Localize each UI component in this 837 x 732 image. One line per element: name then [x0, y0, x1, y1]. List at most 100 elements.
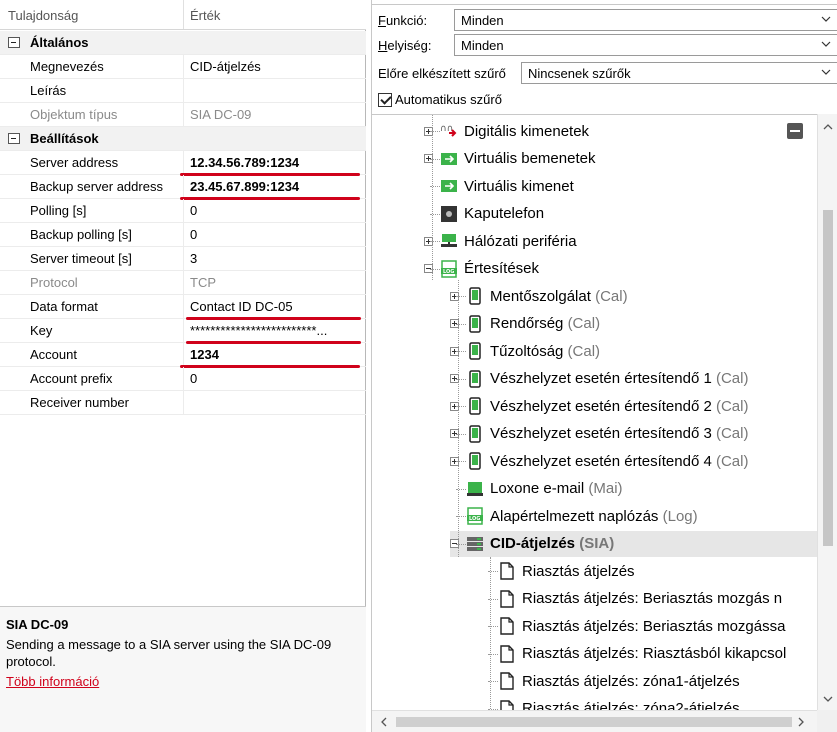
property-name: Account [30, 347, 77, 362]
tree-item[interactable]: Riasztás átjelzés [482, 558, 635, 584]
function-filter-select[interactable]: Minden [454, 9, 837, 31]
property-row[interactable]: Backup polling [s] 0 [0, 223, 366, 247]
checkbox-checked-icon[interactable] [378, 92, 392, 107]
mail-icon [466, 480, 484, 498]
tree-item[interactable]: Vészhelyzet esetén értesítendő 4 (Cal) [450, 448, 748, 474]
property-value[interactable]: 12.34.56.789:1234 [184, 151, 366, 174]
tree-item[interactable]: Riasztás átjelzés: Beriasztás mozgás n [482, 586, 782, 612]
document-icon [498, 644, 516, 663]
auto-filter-checkbox[interactable]: Automatikus szűrő [378, 92, 502, 107]
property-grid: Általános Megnevezés CID-átjelzés Leírás Obj… [0, 31, 366, 415]
tree-item[interactable]: Riasztás átjelzés: zóna2-átjelzés [482, 696, 740, 710]
tree-item[interactable]: ∩∩ Digitális kimenetek [424, 118, 589, 144]
collapse-toggle-icon[interactable] [8, 133, 20, 144]
document-icon [498, 617, 516, 635]
svg-text:LOG: LOG [443, 269, 454, 275]
tree-item[interactable]: Riasztás átjelzés: Beriasztás mozgássa [482, 613, 785, 639]
property-name-cell: Protocol [0, 271, 184, 294]
property-value[interactable]: 1234 [184, 343, 366, 366]
tree-item[interactable]: Virtuális bemenetek [424, 146, 595, 172]
tree-item[interactable]: LOG Értesítések [424, 256, 539, 282]
tree-item[interactable]: Vészhelyzet esetén értesítendő 3 (Cal) [450, 421, 748, 447]
property-value[interactable] [184, 79, 366, 102]
property-name: Account prefix [30, 371, 113, 386]
property-row[interactable]: Key *************************... [0, 319, 366, 344]
category-name-cell: Általános [0, 31, 184, 54]
chevron-down-icon [821, 41, 831, 47]
tree-item[interactable]: Loxone e-mail (Mai) [450, 476, 623, 502]
property-row[interactable]: Protocol TCP [0, 271, 366, 295]
tree-item[interactable]: Hálózati periféria [424, 228, 577, 254]
tree-item-type: (SIA) [579, 535, 615, 552]
property-row[interactable]: Data format Contact ID DC-05 [0, 295, 366, 320]
tree-item[interactable]: Vészhelyzet esetén értesítendő 1 (Cal) [450, 366, 748, 392]
periphery-tree-panel: Funkció: Minden Helyiség: Minden Előre e… [371, 0, 837, 732]
intercom-icon [440, 205, 458, 223]
room-filter-select[interactable]: Minden [454, 34, 837, 56]
tree-item[interactable]: Mentőszolgálat (Cal) [450, 283, 628, 309]
more-info-link[interactable]: Több információ [6, 674, 99, 689]
property-name: Leírás [30, 83, 67, 98]
tree-item-label: Vészhelyzet esetén értesítendő 1 [490, 370, 712, 387]
scroll-up-icon[interactable] [823, 122, 833, 132]
property-category[interactable]: Beállítások [0, 127, 366, 151]
column-header-property[interactable]: Tulajdonság [0, 0, 184, 29]
tree-item[interactable]: CID-átjelzés (SIA) [450, 530, 817, 557]
tree-item-label: Alapértelmezett naplózás [490, 507, 659, 525]
horizontal-scroll-thumb[interactable] [396, 717, 792, 727]
tree-item[interactable]: Tűzoltóság (Cal) [450, 338, 600, 364]
tree-item[interactable]: Virtuális kimenet [424, 173, 574, 199]
property-category[interactable]: Általános [0, 31, 366, 55]
description-panel: SIA DC-09 Sending a message to a SIA ser… [0, 606, 366, 732]
property-row[interactable]: Polling [s] 0 [0, 199, 366, 223]
property-value[interactable]: 0 [184, 367, 366, 390]
scroll-down-icon[interactable] [823, 694, 833, 704]
tree-item[interactable]: Vészhelyzet esetén értesítendő 2 (Cal) [450, 393, 748, 419]
room-filter-label: Helyiség: [378, 37, 432, 53]
vertical-scroll-thumb[interactable] [823, 210, 833, 546]
preset-filter-select[interactable]: Nincsenek szűrők [521, 62, 837, 84]
column-header-value[interactable]: Érték [184, 0, 366, 29]
property-row[interactable]: Account 1234 [0, 343, 366, 368]
property-row[interactable]: Server address 12.34.56.789:1234 [0, 151, 366, 176]
digital-output-icon: ∩∩ [440, 122, 458, 140]
property-row[interactable]: Objektum típus SIA DC-09 [0, 103, 366, 127]
property-name: Server address [30, 155, 119, 170]
property-value[interactable] [184, 391, 366, 414]
tree-item-type: (Cal) [715, 397, 749, 415]
chevron-down-icon [821, 16, 831, 22]
property-row[interactable]: Account prefix 0 [0, 367, 366, 391]
property-row[interactable]: Leírás [0, 79, 366, 103]
property-row[interactable]: Backup server address 23.45.67.899:1234 [0, 175, 366, 200]
property-value[interactable]: 3 [184, 247, 366, 270]
tree-item[interactable]: LOG Alapértelmezett naplózás (Log) [450, 503, 698, 529]
tree-item-type: (Cal) [715, 370, 749, 387]
tree-item-label: Riasztás átjelzés: Riasztásból kikapcsol [522, 645, 787, 662]
tree-item-type: (Cal) [715, 452, 749, 470]
property-row[interactable]: Megnevezés CID-átjelzés [0, 55, 366, 79]
property-row[interactable]: Receiver number [0, 391, 366, 415]
vertical-scrollbar[interactable] [817, 114, 837, 710]
property-value[interactable]: 23.45.67.899:1234 [184, 175, 366, 198]
tree-item[interactable]: Riasztás átjelzés: Riasztásból kikapcsol [482, 641, 786, 667]
preset-filter-label: Előre elkészített szűrő [378, 65, 506, 81]
property-name: Data format [30, 299, 98, 314]
server-icon [466, 535, 484, 553]
property-row[interactable]: Server timeout [s] 3 [0, 247, 366, 271]
tree-item[interactable]: Riasztás átjelzés: zóna1-átjelzés [482, 668, 740, 694]
tree-item[interactable]: Rendőrség (Cal) [450, 311, 600, 337]
property-value[interactable]: Contact ID DC-05 [184, 295, 366, 318]
property-value[interactable]: 0 [184, 223, 366, 246]
function-filter-label: Funkció: [378, 12, 428, 28]
tree-item[interactable]: Kaputelefon [424, 201, 544, 227]
scroll-right-icon[interactable] [796, 717, 806, 727]
horizontal-scrollbar[interactable] [372, 710, 817, 732]
collapse-all-button[interactable] [787, 123, 803, 139]
property-value[interactable]: *************************... [184, 319, 366, 342]
property-value[interactable]: 0 [184, 199, 366, 222]
collapse-toggle-icon[interactable] [8, 37, 20, 48]
property-value: TCP [190, 275, 216, 290]
tree-item-label: Mentőszolgálat [490, 287, 591, 305]
scroll-left-icon[interactable] [379, 717, 389, 727]
property-value[interactable]: CID-átjelzés [184, 55, 366, 78]
